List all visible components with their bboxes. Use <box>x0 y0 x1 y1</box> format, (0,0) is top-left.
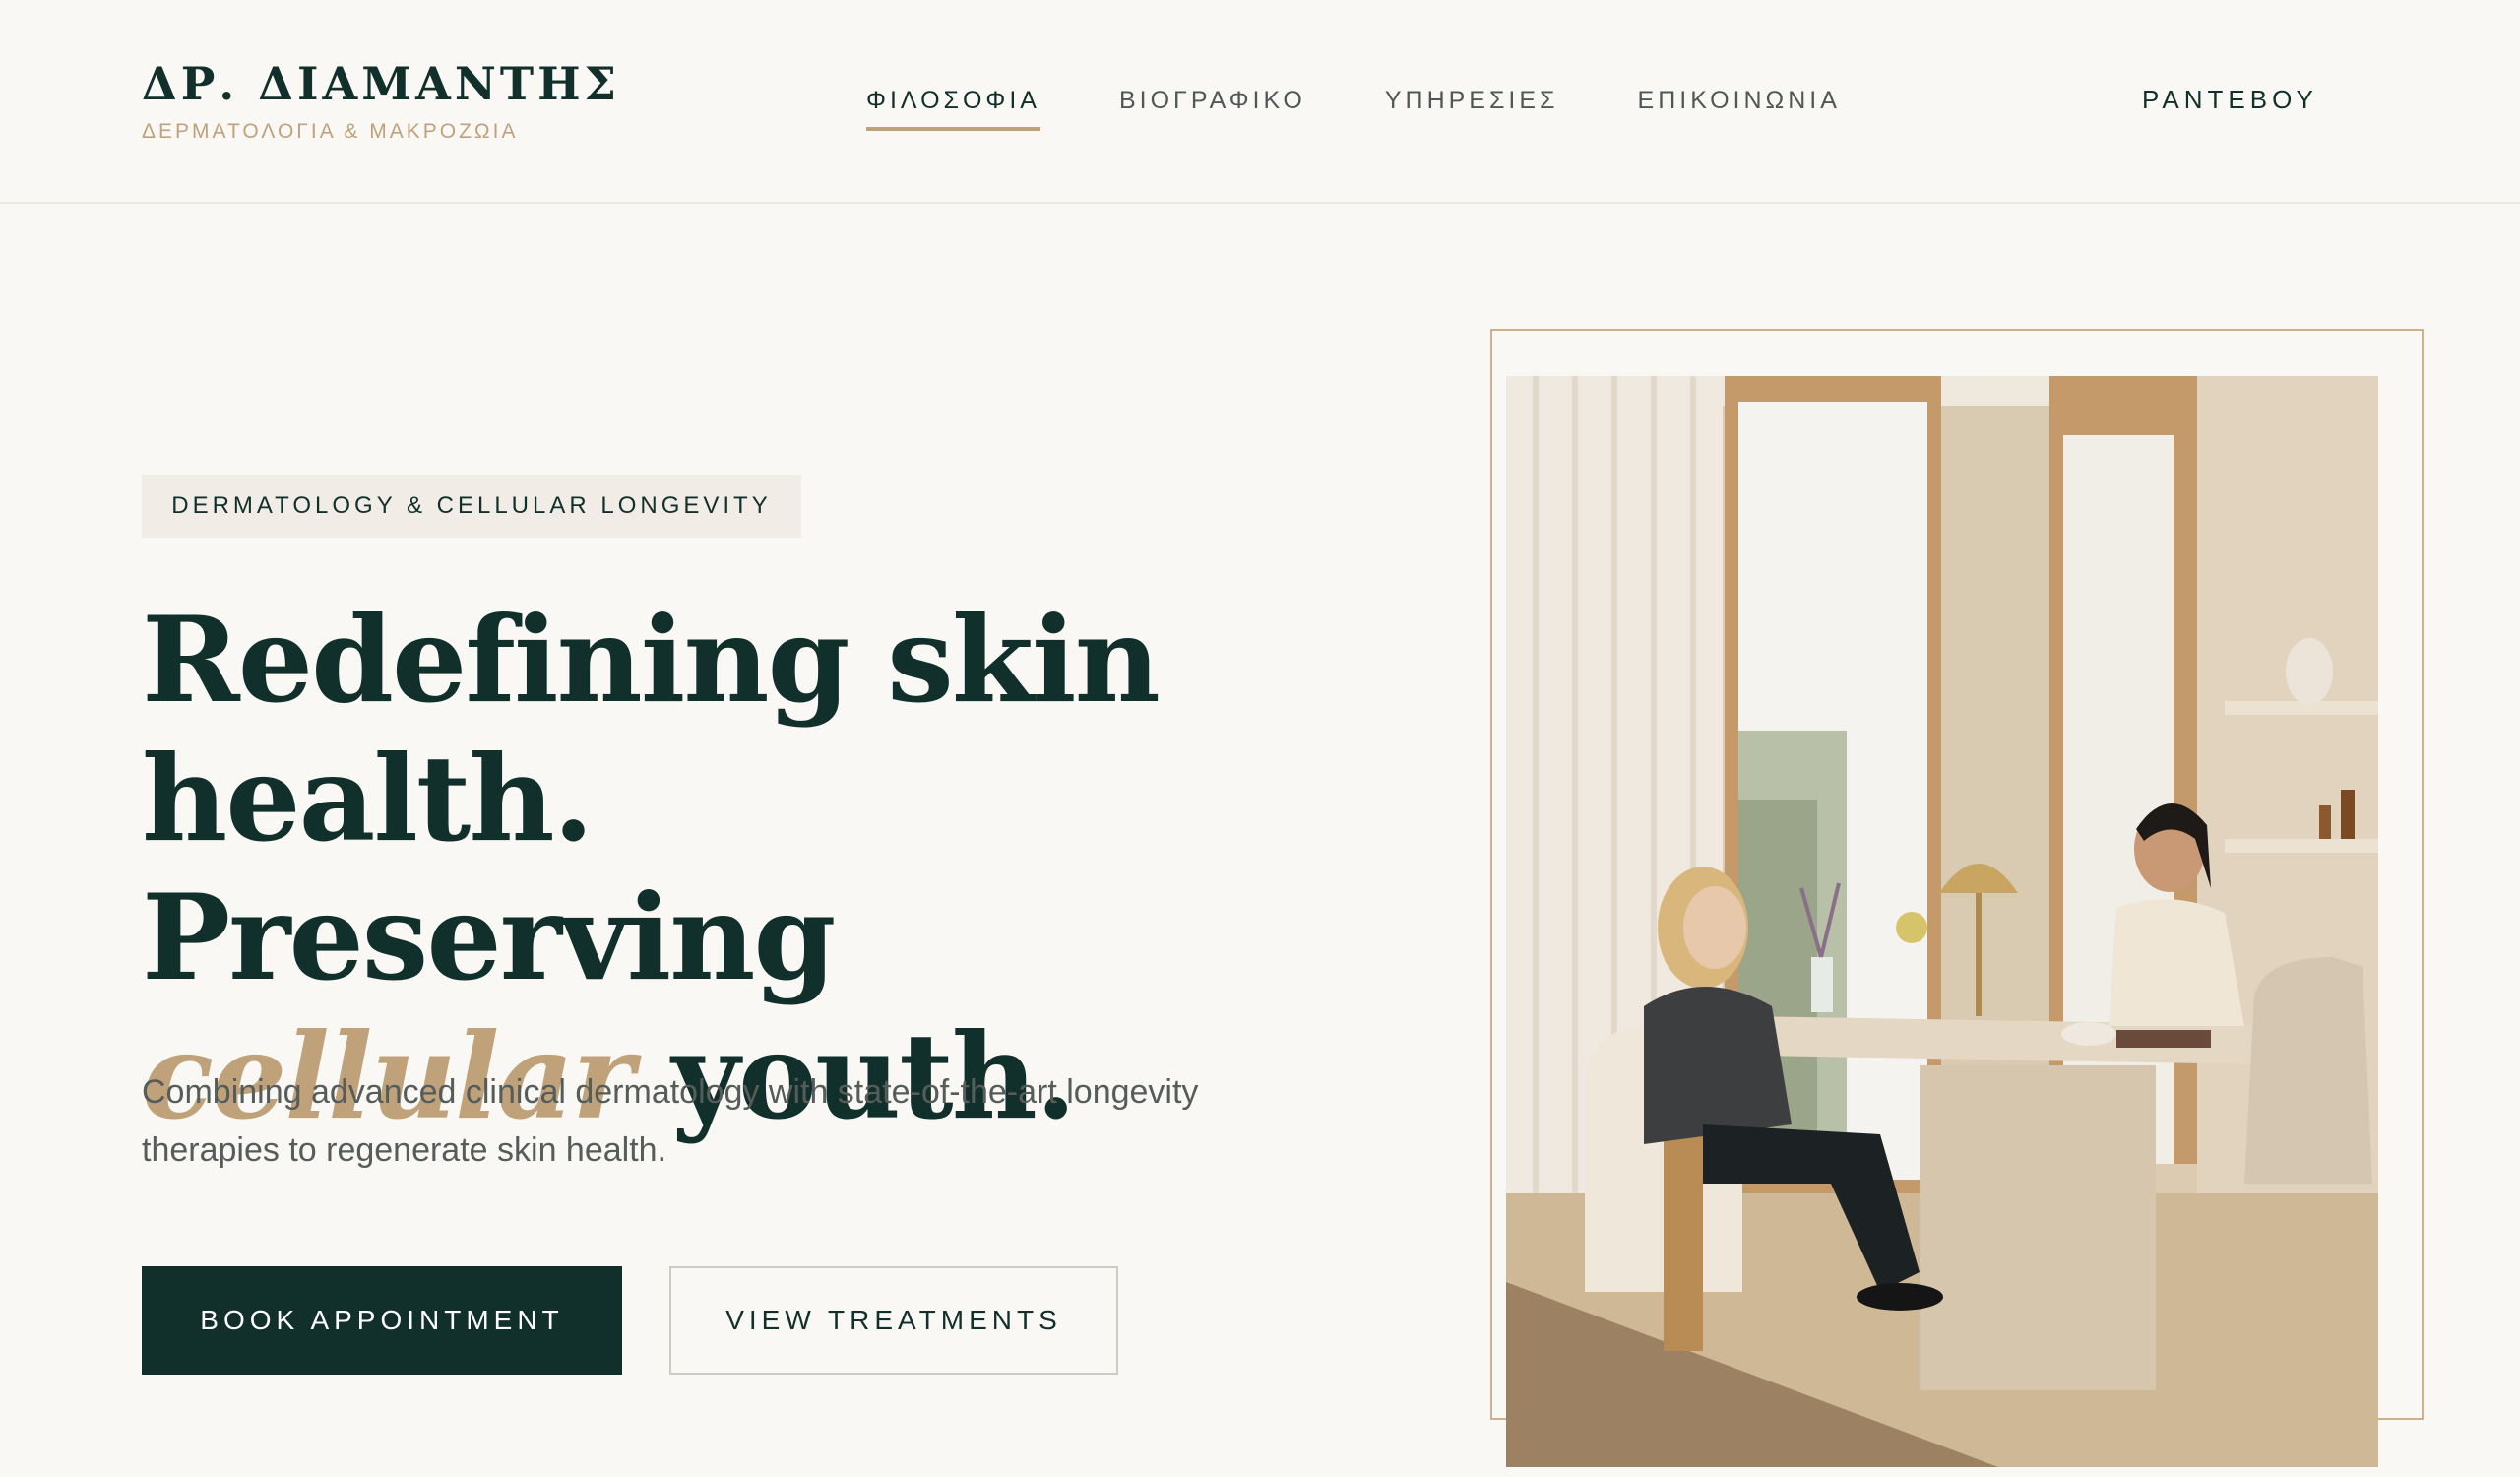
brand-name: ΔΡ. ΔΙΑΜΑΝΤΗΣ <box>142 57 621 110</box>
site-header: ΔΡ. ΔΙΑΜΑΝΤΗΣ ΔΕΡΜΑΤΟΛΟΓΙΑ & ΜΑΚΡΟΖΩΙΑ Φ… <box>0 0 2520 204</box>
headline-line-2: health. Preserving <box>142 730 836 1007</box>
view-treatments-button[interactable]: VIEW TREATMENTS <box>669 1266 1118 1375</box>
book-appointment-button[interactable]: BOOK APPOINTMENT <box>142 1266 622 1375</box>
nav-item-services[interactable]: ΥΠΗΡΕΣΙΕΣ <box>1385 87 1559 131</box>
brand-subtitle: ΔΕΡΜΑΤΟΛΟΓΙΑ & ΜΑΚΡΟΖΩΙΑ <box>142 120 519 143</box>
main-nav: ΦΙΛΟΣΟΦΙΑ ΒΙΟΓΡΑΦΙΚΟ ΥΠΗΡΕΣΙΕΣ ΕΠΙΚΟΙΝΩΝ… <box>866 87 1841 131</box>
headline-line-1: Redefining skin <box>142 591 1161 730</box>
hero-description: Combining advanced clinical dermatology … <box>142 1073 1199 1169</box>
nav-item-biography[interactable]: ΒΙΟΓΡΑΦΙΚΟ <box>1119 87 1306 131</box>
appointment-link[interactable]: ΡΑΝΤΕΒΟΥ <box>2142 85 2318 115</box>
hero-eyebrow-text: DERMATOLOGY & CELLULAR LONGEVITY <box>171 492 772 519</box>
hero-photo-consultation <box>1506 376 2378 1467</box>
brand-logo[interactable]: ΔΡ. ΔΙΑΜΑΝΤΗΣ ΔΕΡΜΑΤΟΛΟΓΙΑ & ΜΑΚΡΟΖΩΙΑ <box>142 61 620 144</box>
nav-item-philosophy[interactable]: ΦΙΛΟΣΟΦΙΑ <box>866 87 1040 131</box>
nav-item-contact[interactable]: ΕΠΙΚΟΙΝΩΝΙΑ <box>1638 87 1841 131</box>
consultation-room-illustration <box>1506 376 2378 1467</box>
hero-eyebrow-badge: DERMATOLOGY & CELLULAR LONGEVITY <box>142 475 801 538</box>
